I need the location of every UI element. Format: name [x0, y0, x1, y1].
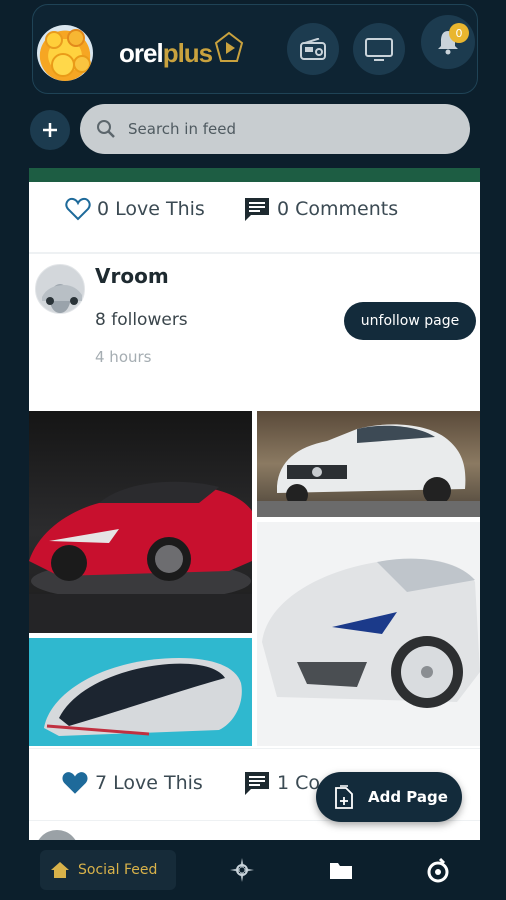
notification-badge: 0	[449, 23, 469, 43]
radio-icon	[300, 38, 326, 60]
previous-post-reactions: 0 Love This 0 Comments	[29, 182, 480, 236]
radio-button[interactable]	[287, 23, 339, 75]
tv-button[interactable]	[353, 23, 405, 75]
add-page-label: Add Page	[368, 788, 448, 806]
follower-count: 8 followers	[95, 310, 188, 330]
love-reaction-button[interactable]: 0 Love This	[65, 197, 205, 221]
love-count: 0 Love This	[97, 198, 205, 220]
car-thumbnail	[42, 285, 82, 305]
comments-count: 1 Co	[277, 772, 321, 794]
nav-social-feed-label: Social Feed	[78, 862, 158, 878]
heart-outline-icon	[65, 197, 91, 221]
search-icon	[97, 120, 115, 138]
post-image-concept-car[interactable]	[257, 522, 480, 746]
search-placeholder: Search in feed	[128, 120, 237, 138]
logo-text-orel: orel	[119, 37, 164, 68]
search-input[interactable]: Search in feed	[80, 104, 470, 154]
post-image-white-suv[interactable]	[257, 411, 480, 517]
bottom-navigation: Social Feed	[0, 840, 506, 900]
compass-icon	[230, 858, 254, 882]
post-image-red-sportscar[interactable]	[29, 411, 252, 633]
notifications-button[interactable]: 0	[421, 15, 475, 69]
user-avatar[interactable]	[37, 25, 93, 81]
logo-text-plus: plus	[162, 37, 213, 68]
orel-brand-icon	[427, 857, 449, 883]
plus-icon	[43, 123, 57, 137]
add-page-icon	[335, 785, 353, 809]
page-name[interactable]: Vroom	[95, 264, 169, 288]
love-reaction-button[interactable]: 7 Love This	[61, 770, 203, 796]
comment-icon	[245, 198, 269, 221]
next-post-avatar	[35, 830, 79, 840]
logo-play-icon	[214, 31, 244, 62]
previous-post-footer	[29, 168, 480, 182]
comments-button[interactable]: 0 Comments	[243, 196, 398, 222]
app-header: orel plus 0	[32, 4, 478, 94]
divider	[29, 252, 480, 254]
page-avatar[interactable]	[35, 264, 85, 314]
post-timestamp: 4 hours	[95, 348, 152, 366]
nav-explore[interactable]	[228, 856, 256, 884]
home-icon	[51, 862, 69, 878]
nav-orel[interactable]	[424, 856, 452, 884]
love-count: 7 Love This	[95, 772, 203, 794]
divider	[29, 748, 480, 749]
tv-icon	[365, 38, 393, 61]
heart-filled-icon	[62, 772, 88, 794]
comment-icon	[245, 772, 269, 795]
nav-social-feed[interactable]: Social Feed	[40, 850, 176, 890]
folder-icon	[330, 863, 352, 879]
orelplus-logo: orel plus	[119, 31, 244, 73]
comments-button[interactable]: 1 Co	[243, 770, 320, 796]
social-feed: 0 Love This 0 Comments Vroom 8 followers…	[29, 168, 480, 840]
comments-count: 0 Comments	[277, 198, 399, 220]
create-post-button[interactable]	[30, 110, 70, 150]
post-image-solar-car[interactable]	[29, 638, 252, 746]
unfollow-page-button[interactable]: unfollow page	[344, 302, 476, 340]
add-page-button[interactable]: Add Page	[316, 772, 462, 822]
nav-files[interactable]	[327, 856, 355, 884]
